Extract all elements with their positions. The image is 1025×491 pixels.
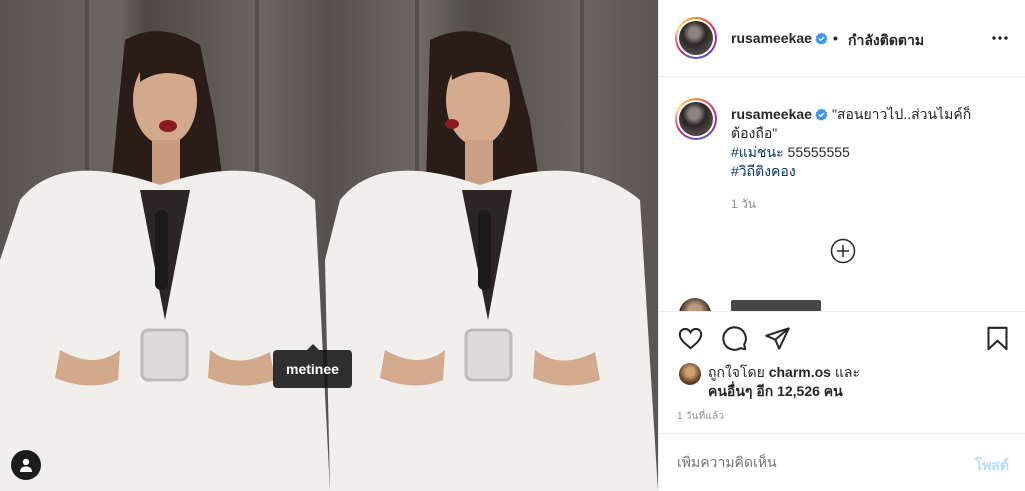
likes-text: ถูกใจโดย charm.os และ คนอื่นๆ อีก 12,526… [708,363,958,401]
post-image-figures [0,0,658,491]
author-username-row: rusameekae [731,30,828,46]
following-button[interactable]: กำลังติดตาม [848,30,924,52]
caption-text-line1: "สอนยาวไป..ส่วนไมค์ก็ [831,106,972,122]
caption-username[interactable]: rusameekae [731,106,812,122]
bookmark-icon[interactable] [984,325,1011,352]
load-more-comments-icon[interactable] [830,238,856,264]
post-side-panel: rusameekae • กำลังติดตาม rusameekae "สอน… [658,0,1025,491]
hashtag-link[interactable]: #แม่ชนะ [731,144,784,160]
post-photo[interactable]: metinee [0,0,658,491]
verified-badge-icon [815,32,828,45]
first-liker-link[interactable]: charm.os [769,364,831,380]
post-caption: rusameekae "สอนยาวไป..ส่วนไมค์ก็ ต้องถือ… [731,105,993,181]
commenter-avatar[interactable] [679,298,711,311]
person-icon [20,458,32,472]
comment-input[interactable] [677,454,937,470]
post-comment-button[interactable]: โพสต์ [975,455,1009,477]
post-actions: ถูกใจโดย charm.os และ คนอื่นๆ อีก 12,526… [659,311,1025,433]
hashtag-link[interactable]: #วิถีติงคอง [731,163,796,179]
heart-icon[interactable] [677,325,704,352]
tagged-users-button[interactable] [11,450,41,480]
comments-section[interactable]: rusameekae "สอนยาวไป..ส่วนไมค์ก็ ต้องถือ… [659,78,1025,311]
author-username[interactable]: rusameekae [731,30,812,46]
more-options-icon[interactable] [991,29,1009,47]
liker-avatar[interactable] [679,363,701,385]
clipped-comment [731,300,821,311]
post-timestamp[interactable]: 1 วันที่แล้ว [677,409,724,424]
comment-icon[interactable] [721,325,748,352]
header-separator: • [833,30,838,46]
post-header: rusameekae • กำลังติดตาม [659,0,1025,77]
caption-age: 1 วัน [731,197,756,211]
user-tag-label[interactable]: metinee [273,344,352,388]
paper-plane-icon[interactable] [764,325,791,352]
caption-hashtag1-suffix: 55555555 [783,144,850,160]
others-liked-link[interactable]: คนอื่นๆ อีก 12,526 คน [708,383,843,399]
likes-and: และ [830,364,860,380]
caption-author-avatar[interactable] [675,98,717,140]
author-avatar[interactable] [675,17,717,59]
likes-prefix: ถูกใจโดย [708,364,769,380]
verified-badge-icon [815,108,828,121]
caption-text-line2: ต้องถือ" [731,125,778,141]
add-comment-bar: โพสต์ [659,433,1025,491]
